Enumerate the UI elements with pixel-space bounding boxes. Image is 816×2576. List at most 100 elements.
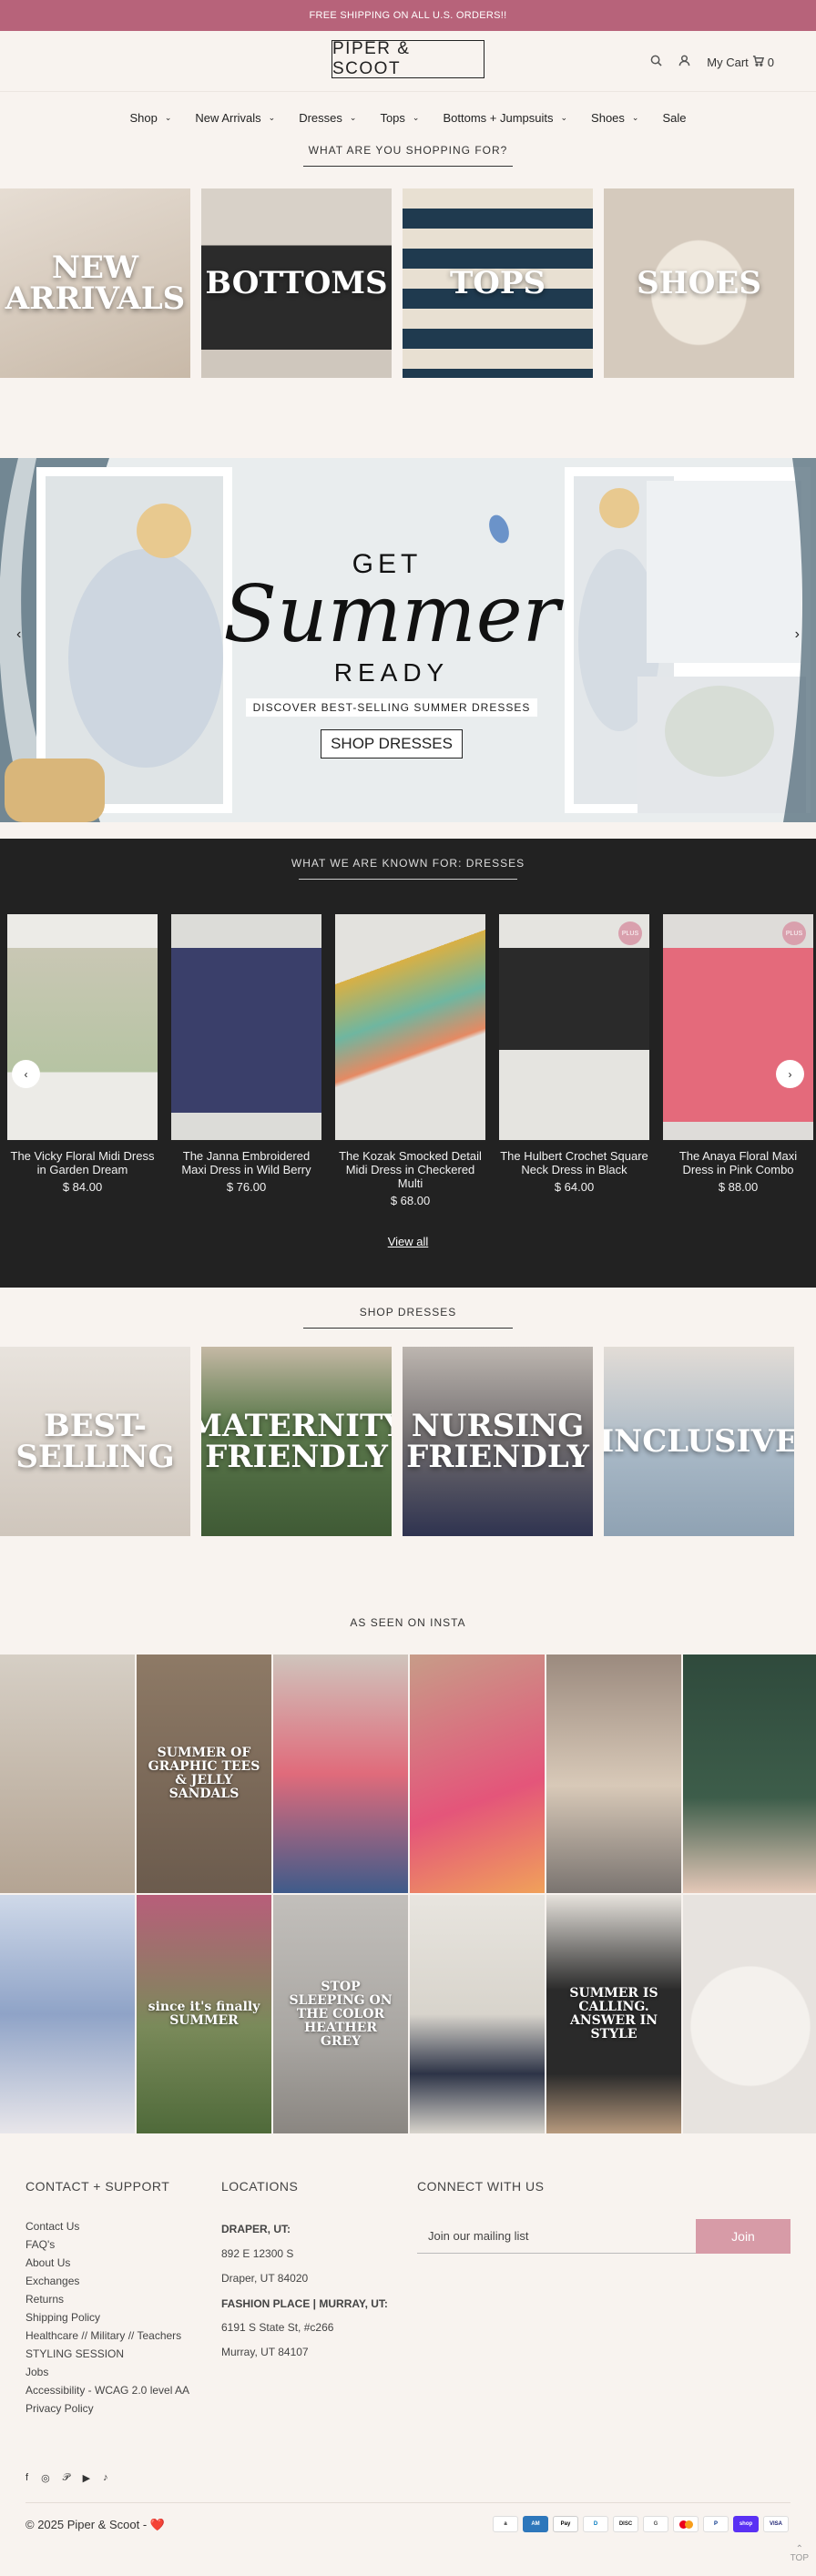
title-divider (303, 1328, 513, 1329)
chevron-down-icon: ⌄ (412, 113, 420, 122)
hero-text: GET Summer READY DISCOVER BEST-SELLING S… (219, 549, 565, 759)
facebook-icon[interactable]: f (26, 2472, 28, 2484)
tile-label: BEST-SELLING (15, 1408, 175, 1475)
footer-link[interactable]: Healthcare // Military // Teachers (26, 2327, 189, 2345)
chevron-down-icon: ⌄ (631, 113, 639, 122)
product-name[interactable]: The Hulbert Crochet Square Neck Dress in… (499, 1149, 649, 1176)
footer-link[interactable]: FAQ's (26, 2235, 189, 2254)
dress-tile-nursing[interactable]: NURSING FRIENDLY (403, 1347, 593, 1536)
nav-item-shoes[interactable]: Shoes ⌄ (591, 111, 638, 125)
nav-item-shop[interactable]: Shop ⌄ (130, 111, 172, 125)
search-icon[interactable] (650, 55, 662, 69)
location-name: FASHION PLACE | MURRAY, UT: (221, 2297, 388, 2310)
mailing-list-input[interactable]: Join our mailing list (417, 2219, 696, 2254)
chevron-down-icon: ⌄ (560, 113, 568, 122)
insta-post[interactable] (0, 1655, 135, 1893)
insta-post[interactable] (683, 1895, 816, 2133)
hero-banner[interactable]: ‹ › GET Summer READY DISCOVER BEST-SELLI… (0, 458, 816, 822)
tile-label: TOPS (449, 265, 546, 301)
instagram-icon[interactable]: ◎ (41, 2472, 50, 2484)
nav-item-new-arrivals[interactable]: New Arrivals ⌄ (195, 111, 275, 125)
product-image[interactable] (7, 914, 158, 1140)
dress-tile-maternity[interactable]: MATERNITY FRIENDLY (201, 1347, 392, 1536)
plus-badge: PLUS (618, 921, 642, 945)
join-button[interactable]: Join (696, 2219, 790, 2254)
shop-dresses-button[interactable]: SHOP DRESSES (321, 728, 463, 759)
footer-link[interactable]: About Us (26, 2254, 189, 2272)
dress-tile-inclusive[interactable]: INCLUSIVE (604, 1347, 794, 1536)
product-carousel: The Vicky Floral Midi Dress in Garden Dr… (0, 914, 816, 1207)
hero-next-arrow[interactable]: › (795, 626, 800, 643)
footer-link[interactable]: Accessibility - WCAG 2.0 level AA (26, 2381, 189, 2399)
nav-item-tops[interactable]: Tops ⌄ (380, 111, 419, 125)
product-name[interactable]: The Janna Embroidered Maxi Dress in Wild… (171, 1149, 321, 1176)
category-tile-shoes[interactable]: SHOES (604, 188, 794, 378)
footer-link[interactable]: Shipping Policy (26, 2308, 189, 2327)
product-name[interactable]: The Anaya Floral Maxi Dress in Pink Comb… (663, 1149, 813, 1176)
back-to-top-button[interactable]: ⌃ TOP (790, 2545, 809, 2563)
title-divider (299, 879, 517, 880)
insta-post[interactable]: SUMMER OF GRAPHIC TEES & JELLY SANDALS (137, 1655, 271, 1893)
insta-post[interactable] (410, 1895, 545, 2133)
contact-heading: CONTACT + SUPPORT (26, 2179, 170, 2194)
insta-post[interactable] (0, 1895, 135, 2133)
footer-link[interactable]: STYLING SESSION (26, 2345, 189, 2363)
product-name[interactable]: The Vicky Floral Midi Dress in Garden Dr… (7, 1149, 158, 1176)
dress-tile-best-selling[interactable]: BEST-SELLING (0, 1347, 190, 1536)
product-card[interactable]: The Janna Embroidered Maxi Dress in Wild… (171, 914, 321, 1207)
chevron-down-icon: ⌄ (349, 113, 357, 122)
nav-label: Bottoms + Jumpsuits (443, 111, 554, 125)
product-image[interactable]: PLUS (663, 914, 813, 1140)
insta-post[interactable]: STOP SLEEPING ON THE COLOR HEATHER GREY (273, 1895, 408, 2133)
insta-caption: since it's finally SUMMER (148, 2000, 260, 2028)
hero-prev-arrow[interactable]: ‹ (16, 626, 21, 643)
contact-column: CONTACT + SUPPORT Contact Us FAQ's About… (26, 2179, 189, 2418)
footer-divider (26, 2502, 790, 2503)
product-image[interactable]: PLUS (499, 914, 649, 1140)
product-name[interactable]: The Kozak Smocked Detail Midi Dress in C… (335, 1149, 485, 1190)
copyright: © 2025 Piper & Scoot - ❤️ (26, 2518, 165, 2531)
tiktok-icon[interactable]: ♪ (103, 2472, 108, 2484)
nav-item-bottoms-jumpsuits[interactable]: Bottoms + Jumpsuits ⌄ (443, 111, 567, 125)
site-footer: CONTACT + SUPPORT Contact Us FAQ's About… (0, 2133, 816, 2571)
location-address: 892 E 12300 S (221, 2247, 294, 2260)
insta-post[interactable] (683, 1655, 816, 1893)
hero-ready: READY (333, 657, 450, 687)
site-header: PIPER & SCOOT My Cart 0 (0, 31, 816, 91)
footer-link[interactable]: Jobs (26, 2363, 189, 2381)
pinterest-icon[interactable]: 𝒫 (63, 2472, 70, 2484)
nav-item-sale[interactable]: Sale (662, 111, 686, 125)
tile-label: BOTTOMS (205, 265, 388, 301)
insta-post[interactable]: since it's finally SUMMER (137, 1895, 271, 2133)
tile-label: INCLUSIVE (604, 1423, 794, 1460)
nav-item-dresses[interactable]: Dresses ⌄ (299, 111, 356, 125)
insta-post[interactable] (273, 1655, 408, 1893)
product-image[interactable] (171, 914, 321, 1140)
account-icon[interactable] (678, 55, 690, 69)
insta-post[interactable] (546, 1655, 681, 1893)
carousel-next-button[interactable]: › (776, 1060, 804, 1088)
product-image[interactable] (335, 914, 485, 1140)
cart-button[interactable]: My Cart 0 (707, 55, 774, 69)
category-tile-bottoms[interactable]: BOTTOMS (201, 188, 392, 378)
product-card[interactable]: The Kozak Smocked Detail Midi Dress in C… (335, 914, 485, 1207)
nav-label: Tops (380, 111, 405, 125)
insta-post[interactable]: SUMMER IS CALLING. ANSWER IN STYLE (546, 1895, 681, 2133)
locations-column: LOCATIONS DRAPER, UT: 892 E 12300 S Drap… (221, 2179, 403, 2365)
category-tile-tops[interactable]: TOPS (403, 188, 593, 378)
product-card[interactable]: PLUS The Hulbert Crochet Square Neck Dre… (499, 914, 649, 1207)
footer-link[interactable]: Privacy Policy (26, 2399, 189, 2418)
carousel-prev-button[interactable]: ‹ (12, 1060, 40, 1088)
footer-link[interactable]: Returns (26, 2290, 189, 2308)
top-label: TOP (790, 2553, 809, 2563)
site-logo[interactable]: PIPER & SCOOT (332, 39, 484, 78)
youtube-icon[interactable]: ▶ (83, 2472, 90, 2484)
locations-heading: LOCATIONS (221, 2179, 299, 2194)
view-all-link[interactable]: View all (0, 1235, 816, 1248)
insta-post[interactable] (410, 1655, 545, 1893)
footer-link[interactable]: Exchanges (26, 2272, 189, 2290)
tile-label: NURSING FRIENDLY (406, 1408, 589, 1475)
footer-link[interactable]: Contact Us (26, 2217, 189, 2235)
location-address: Murray, UT 84107 (221, 2346, 309, 2358)
category-tile-new-arrivals[interactable]: NEW ARRIVALS (0, 188, 190, 378)
